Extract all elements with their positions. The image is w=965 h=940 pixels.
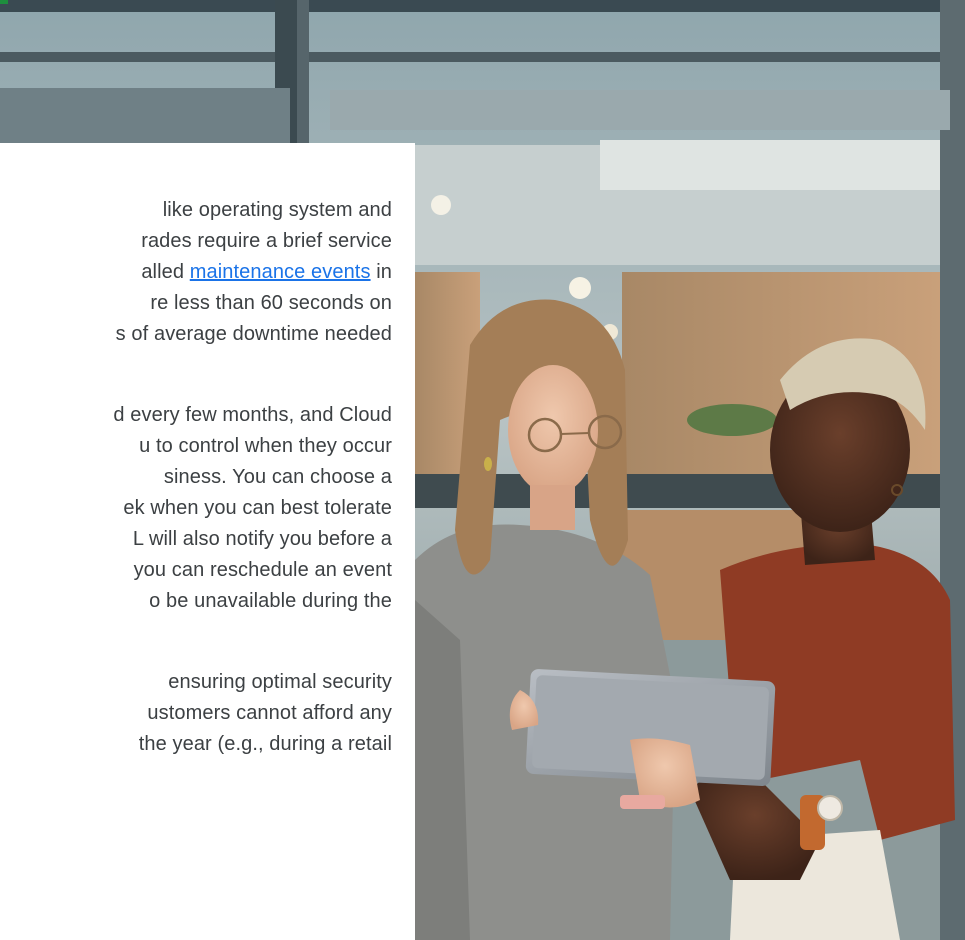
text-line: rades require a brief service [141,230,392,252]
text-line: ensuring optimal security [168,671,392,693]
text-line: s of average downtime needed [115,323,392,345]
page: like operating system and rades require … [0,0,965,940]
text-line: o be unavailable during the [149,590,392,612]
article-body: like operating system and rades require … [0,195,392,810]
text-line: siness. You can choose a [163,466,392,488]
text-line: u to control when they occur [139,435,392,457]
paragraph-scheduling: d every few months, and Cloud u to contr… [0,400,392,617]
text-line: you can reschedule an event [133,559,392,581]
text-line: re less than 60 seconds on [150,292,392,314]
text-line: ustomers cannot afford any [147,702,392,724]
article-text-card: like operating system and rades require … [0,143,415,940]
brand-accent-bar [0,0,8,4]
maintenance-events-link[interactable]: maintenance events [190,261,371,283]
text-line: d every few months, and Cloud [113,404,392,426]
text-line-with-link: alled maintenance events in [0,257,392,288]
text-fragment: alled [141,261,190,283]
text-line: the year (e.g., during a retail [138,733,392,755]
text-line: ek when you can best tolerate [123,497,392,519]
paragraph-maintenance: like operating system and rades require … [0,195,392,350]
paragraph-security: ensuring optimal security ustomers canno… [0,667,392,760]
text-fragment: in [370,261,392,283]
text-line: L will also notify you before a [132,528,392,550]
text-line: like operating system and [162,199,392,221]
